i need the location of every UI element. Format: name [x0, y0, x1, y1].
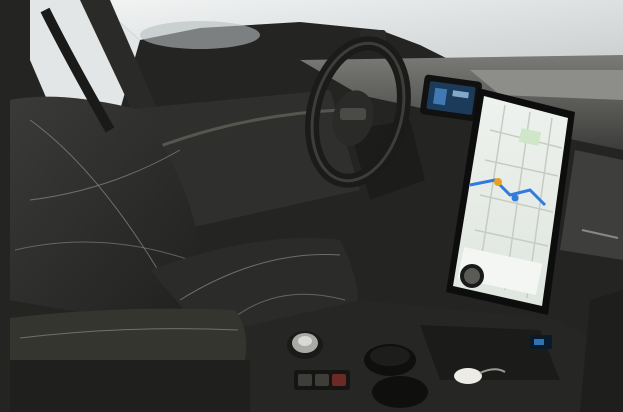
map-destination-marker: [511, 194, 519, 202]
map-location-marker: [494, 178, 502, 186]
car-interior-photo: [0, 0, 623, 412]
parked-car-reflection: [140, 21, 260, 49]
car-interior-scene: [0, 0, 623, 412]
instrument-cluster: [420, 74, 482, 122]
drive-mode-button[interactable]: [298, 374, 312, 386]
armrest: [10, 308, 250, 412]
charging-tray: [420, 325, 560, 380]
console-buttons: [294, 370, 350, 390]
hazard-button[interactable]: [332, 374, 346, 386]
steering-logo: [340, 108, 366, 120]
gear-selector-dial[interactable]: [287, 331, 323, 359]
park-button[interactable]: [315, 374, 329, 386]
cupholder-rear: [372, 376, 428, 408]
